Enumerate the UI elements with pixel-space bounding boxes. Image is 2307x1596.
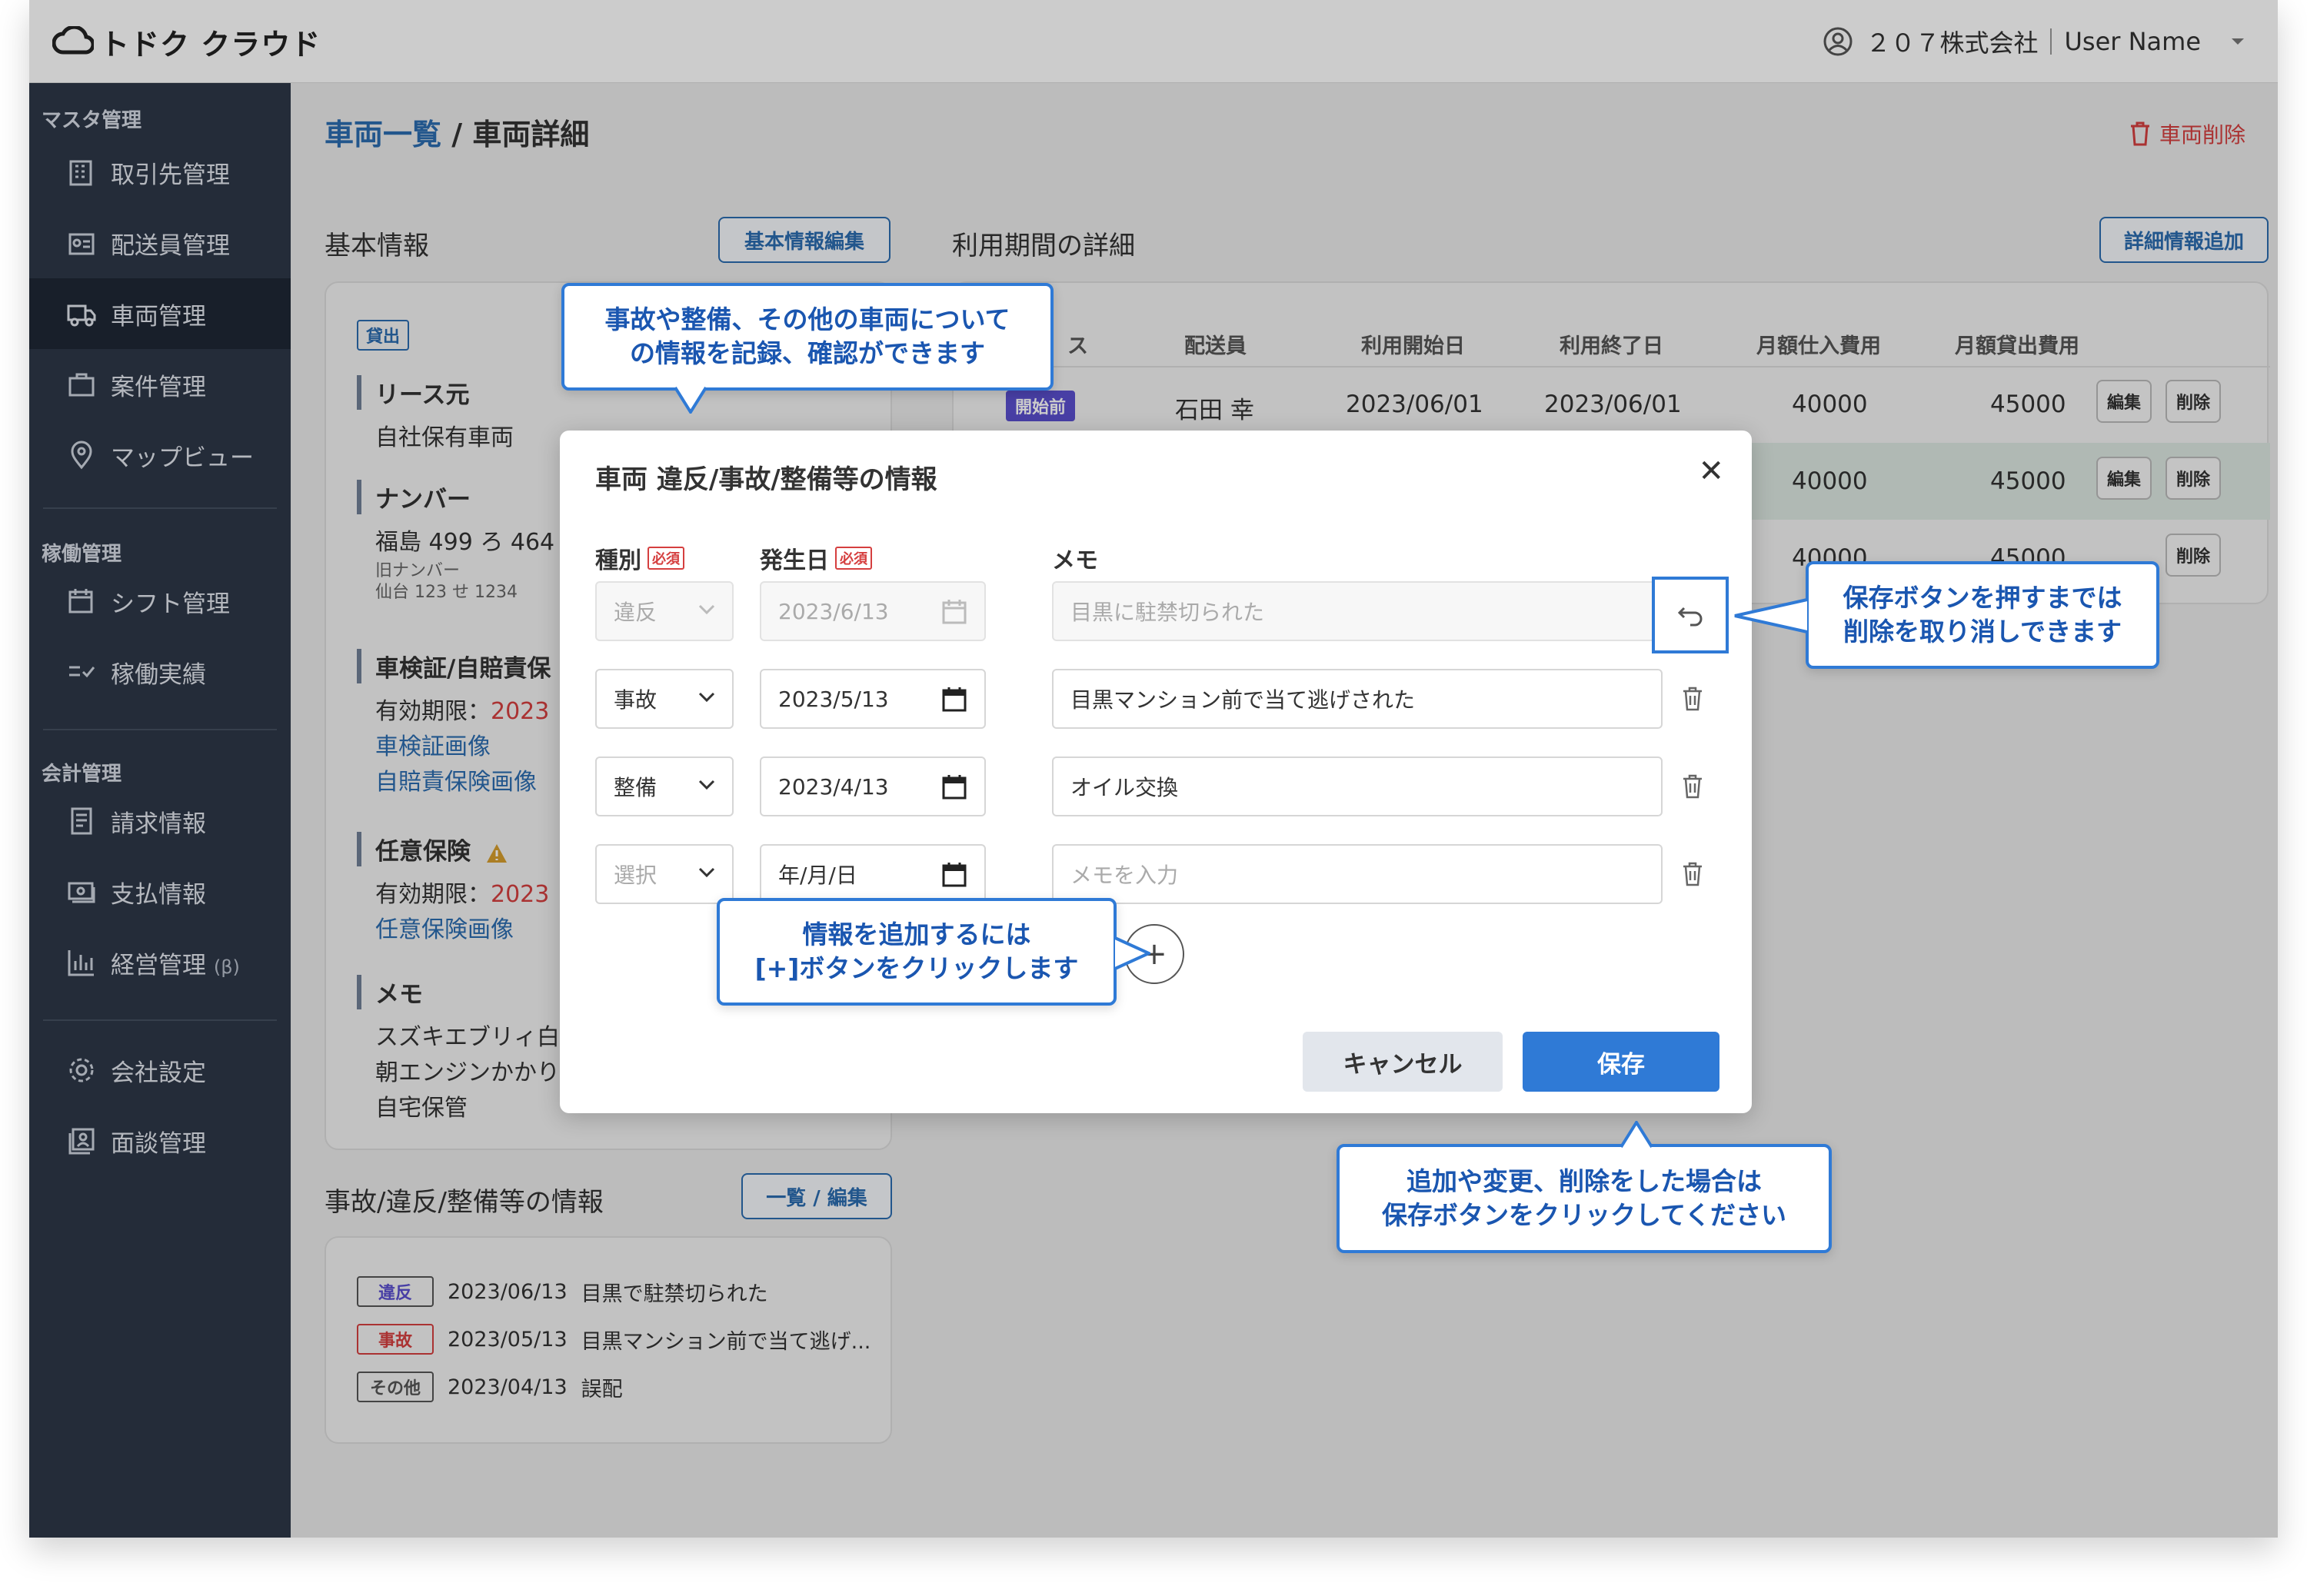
chevron-down-icon [698,780,715,790]
chevron-down-icon [698,867,715,878]
calendar-icon [942,687,967,712]
chevron-down-icon [698,692,715,703]
callout-add: 情報を追加するには [+]ボタンをクリックします [717,898,1117,1006]
trash-icon[interactable] [1681,861,1704,887]
type-select[interactable]: 選択 [595,844,734,904]
memo-field[interactable]: 目黒マンション前で当て逃げされた [1052,669,1663,729]
date-field[interactable]: 年/月/日 [760,844,986,904]
close-icon[interactable]: ✕ [1698,454,1724,489]
type-column-label: 種別 必須 [595,541,684,575]
callout-save: 追加や変更、削除をした場合は 保存ボタンをクリックしてください [1337,1144,1832,1253]
memo-column-label: メモ [1052,547,1098,574]
cancel-button[interactable]: キャンセル [1303,1032,1503,1092]
callout-pointer [1114,936,1150,970]
memo-field[interactable]: オイル交換 [1052,756,1663,816]
callout-pointer [1620,1121,1653,1149]
required-badge: 必須 [835,547,872,570]
trash-icon[interactable] [1681,686,1704,712]
modal-title: 車両 違反/事故/整備等の情報 [595,464,937,495]
undo-icon [1677,607,1703,627]
memo-field[interactable]: 目黒に駐禁切られた [1052,581,1663,641]
callout-pointer [674,386,707,414]
app-window: トドク クラウド ２０７株式会社 User Name マスタ管理 取引先管理 配… [29,0,2278,1538]
required-badge: 必須 [647,547,684,570]
date-field[interactable]: 2023/6/13 [760,581,986,641]
incident-modal: 車両 違反/事故/整備等の情報 ✕ 種別 必須 発生日 必須 メモ 違反 2023/… [560,431,1752,1113]
memo-field[interactable]: メモを入力 [1052,844,1663,904]
undo-delete-button[interactable] [1652,577,1729,653]
calendar-icon [942,600,967,624]
chevron-down-icon [698,604,715,615]
date-field[interactable]: 2023/5/13 [760,669,986,729]
calendar-icon [942,775,967,800]
callout-undo: 保存ボタンを押すまでは 削除を取り消しできます [1806,561,2159,669]
save-button[interactable]: 保存 [1523,1032,1719,1092]
calendar-icon [942,863,967,887]
callout-pointer [1734,598,1808,633]
type-select[interactable]: 違反 [595,581,734,641]
trash-icon[interactable] [1681,773,1704,800]
callout-overview: 事故や整備、その他の車両について の情報を記録、確認ができます [561,283,1054,391]
type-select[interactable]: 事故 [595,669,734,729]
date-field[interactable]: 2023/4/13 [760,756,986,816]
date-column-label: 発生日 必須 [760,541,872,575]
type-select[interactable]: 整備 [595,756,734,816]
